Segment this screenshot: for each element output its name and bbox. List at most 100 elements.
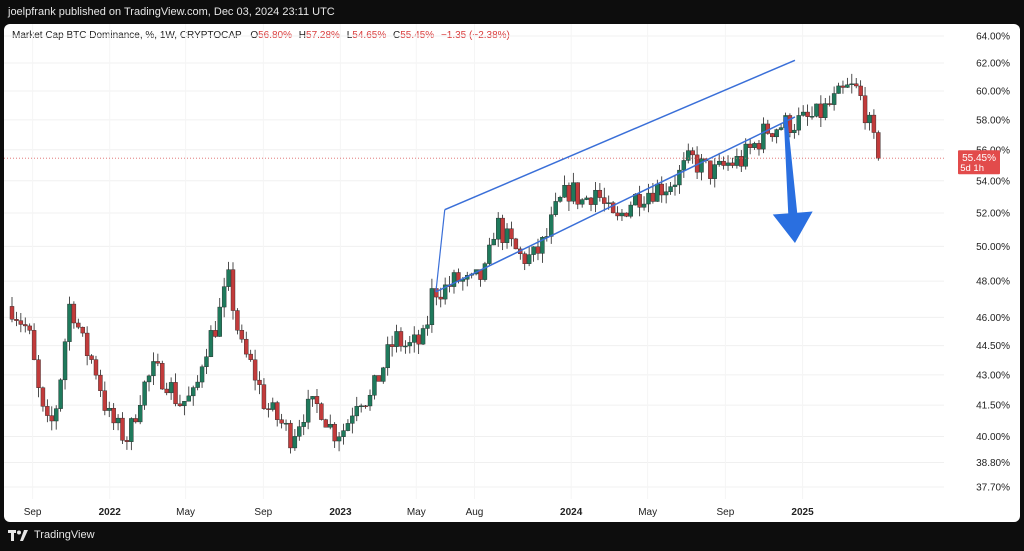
candle-up — [403, 345, 408, 348]
brand-name: TradingView — [34, 529, 95, 541]
candle-up — [385, 344, 390, 369]
candle-down — [89, 355, 94, 360]
candle-up — [115, 417, 121, 424]
candle-down — [120, 417, 125, 441]
candle-up — [62, 341, 68, 381]
channel-upper-line — [444, 59, 796, 211]
candle-down — [637, 194, 642, 208]
candle-down — [858, 85, 863, 96]
candle-up — [283, 422, 289, 425]
channel-left-edge — [435, 209, 446, 292]
candle-down — [248, 353, 253, 360]
candle-down — [650, 192, 656, 202]
candle-down — [376, 375, 382, 382]
y-tick-label: 48.00% — [976, 277, 1010, 288]
candle-up — [217, 306, 222, 337]
candle-down — [624, 212, 629, 217]
candle-down — [770, 133, 775, 138]
candle-down — [314, 396, 320, 404]
candle-up — [504, 228, 510, 243]
candle-up — [195, 381, 200, 388]
candle-down — [862, 95, 868, 124]
candle-down — [230, 269, 236, 311]
candle-down — [659, 183, 664, 196]
candle-down — [500, 217, 505, 243]
candle-down — [275, 402, 280, 420]
candle-up — [381, 367, 386, 382]
candle-down — [805, 111, 810, 117]
candle-down — [244, 338, 249, 355]
candle-up — [606, 202, 611, 204]
candle-down — [588, 197, 594, 205]
candle-down — [133, 418, 138, 423]
candle-up — [186, 395, 192, 402]
candle-up — [699, 158, 704, 173]
candle-down — [279, 419, 284, 424]
candle-down — [252, 359, 258, 381]
candle-up — [672, 184, 678, 187]
candle-up — [663, 191, 669, 196]
candle-up — [752, 143, 757, 148]
candle-up — [557, 197, 563, 202]
candle-down — [173, 382, 178, 405]
candle-up — [809, 116, 815, 118]
x-tick-label: 2025 — [791, 507, 814, 518]
candle-up — [305, 398, 311, 423]
candle-down — [71, 303, 77, 324]
x-tick-label: 2023 — [329, 507, 352, 518]
candle-up — [796, 115, 801, 131]
y-tick-label: 40.00% — [976, 432, 1010, 443]
candle-up — [792, 129, 797, 133]
candle-up — [301, 422, 306, 427]
x-tick-label: Aug — [466, 507, 484, 518]
candle-up — [584, 197, 589, 200]
y-tick-label: 52.00% — [976, 208, 1010, 219]
candle-up — [725, 162, 731, 166]
candle-down — [288, 422, 293, 449]
candle-down — [164, 388, 169, 394]
candle-down — [363, 405, 368, 408]
chart-panel[interactable]: Market Cap BTC Dominance, %, 1W, CRYPTOC… — [4, 24, 1020, 522]
candle-down — [36, 359, 41, 388]
y-tick-label: 50.00% — [976, 242, 1010, 253]
candle-down — [98, 374, 103, 391]
candle-down — [398, 331, 404, 347]
candle-up — [168, 382, 174, 394]
candle-up — [394, 331, 399, 347]
candle-up — [562, 185, 567, 198]
candle-up — [571, 182, 576, 202]
y-tick-label: 64.00% — [976, 32, 1010, 43]
price-chart[interactable]: 64.00%62.00%60.00%58.00%56.00%54.00%52.0… — [4, 24, 1020, 522]
candle-down — [76, 322, 81, 328]
candle-down — [261, 384, 267, 409]
candle-down — [45, 406, 50, 416]
candle-up — [628, 204, 633, 217]
candle-down — [23, 324, 28, 327]
candle-up — [712, 164, 717, 179]
candle-up — [58, 379, 63, 409]
candle-up — [619, 212, 625, 217]
candle-down — [535, 246, 541, 254]
x-tick-label: Sep — [254, 507, 272, 518]
candle-down — [266, 408, 271, 410]
footer-brand: TradingView — [8, 529, 95, 541]
candle-down — [49, 415, 54, 422]
candle-up — [800, 111, 806, 116]
candle-up — [686, 150, 691, 161]
candle-down — [332, 423, 337, 442]
candle-up — [549, 214, 554, 237]
candle-down — [93, 359, 99, 376]
candle-up — [496, 217, 501, 240]
candle-down — [416, 334, 421, 345]
candle-up — [129, 418, 134, 442]
chart-frame: joelpfrank published on TradingView.com,… — [0, 0, 1024, 551]
candle-up — [487, 244, 492, 264]
candle-down — [80, 326, 85, 334]
candle-down — [876, 132, 881, 159]
candle-down — [597, 189, 603, 198]
candle-down — [84, 332, 90, 356]
grid-layer — [4, 24, 944, 499]
candle-up — [412, 334, 417, 343]
candle-down — [160, 363, 165, 390]
candle-down — [319, 403, 324, 420]
